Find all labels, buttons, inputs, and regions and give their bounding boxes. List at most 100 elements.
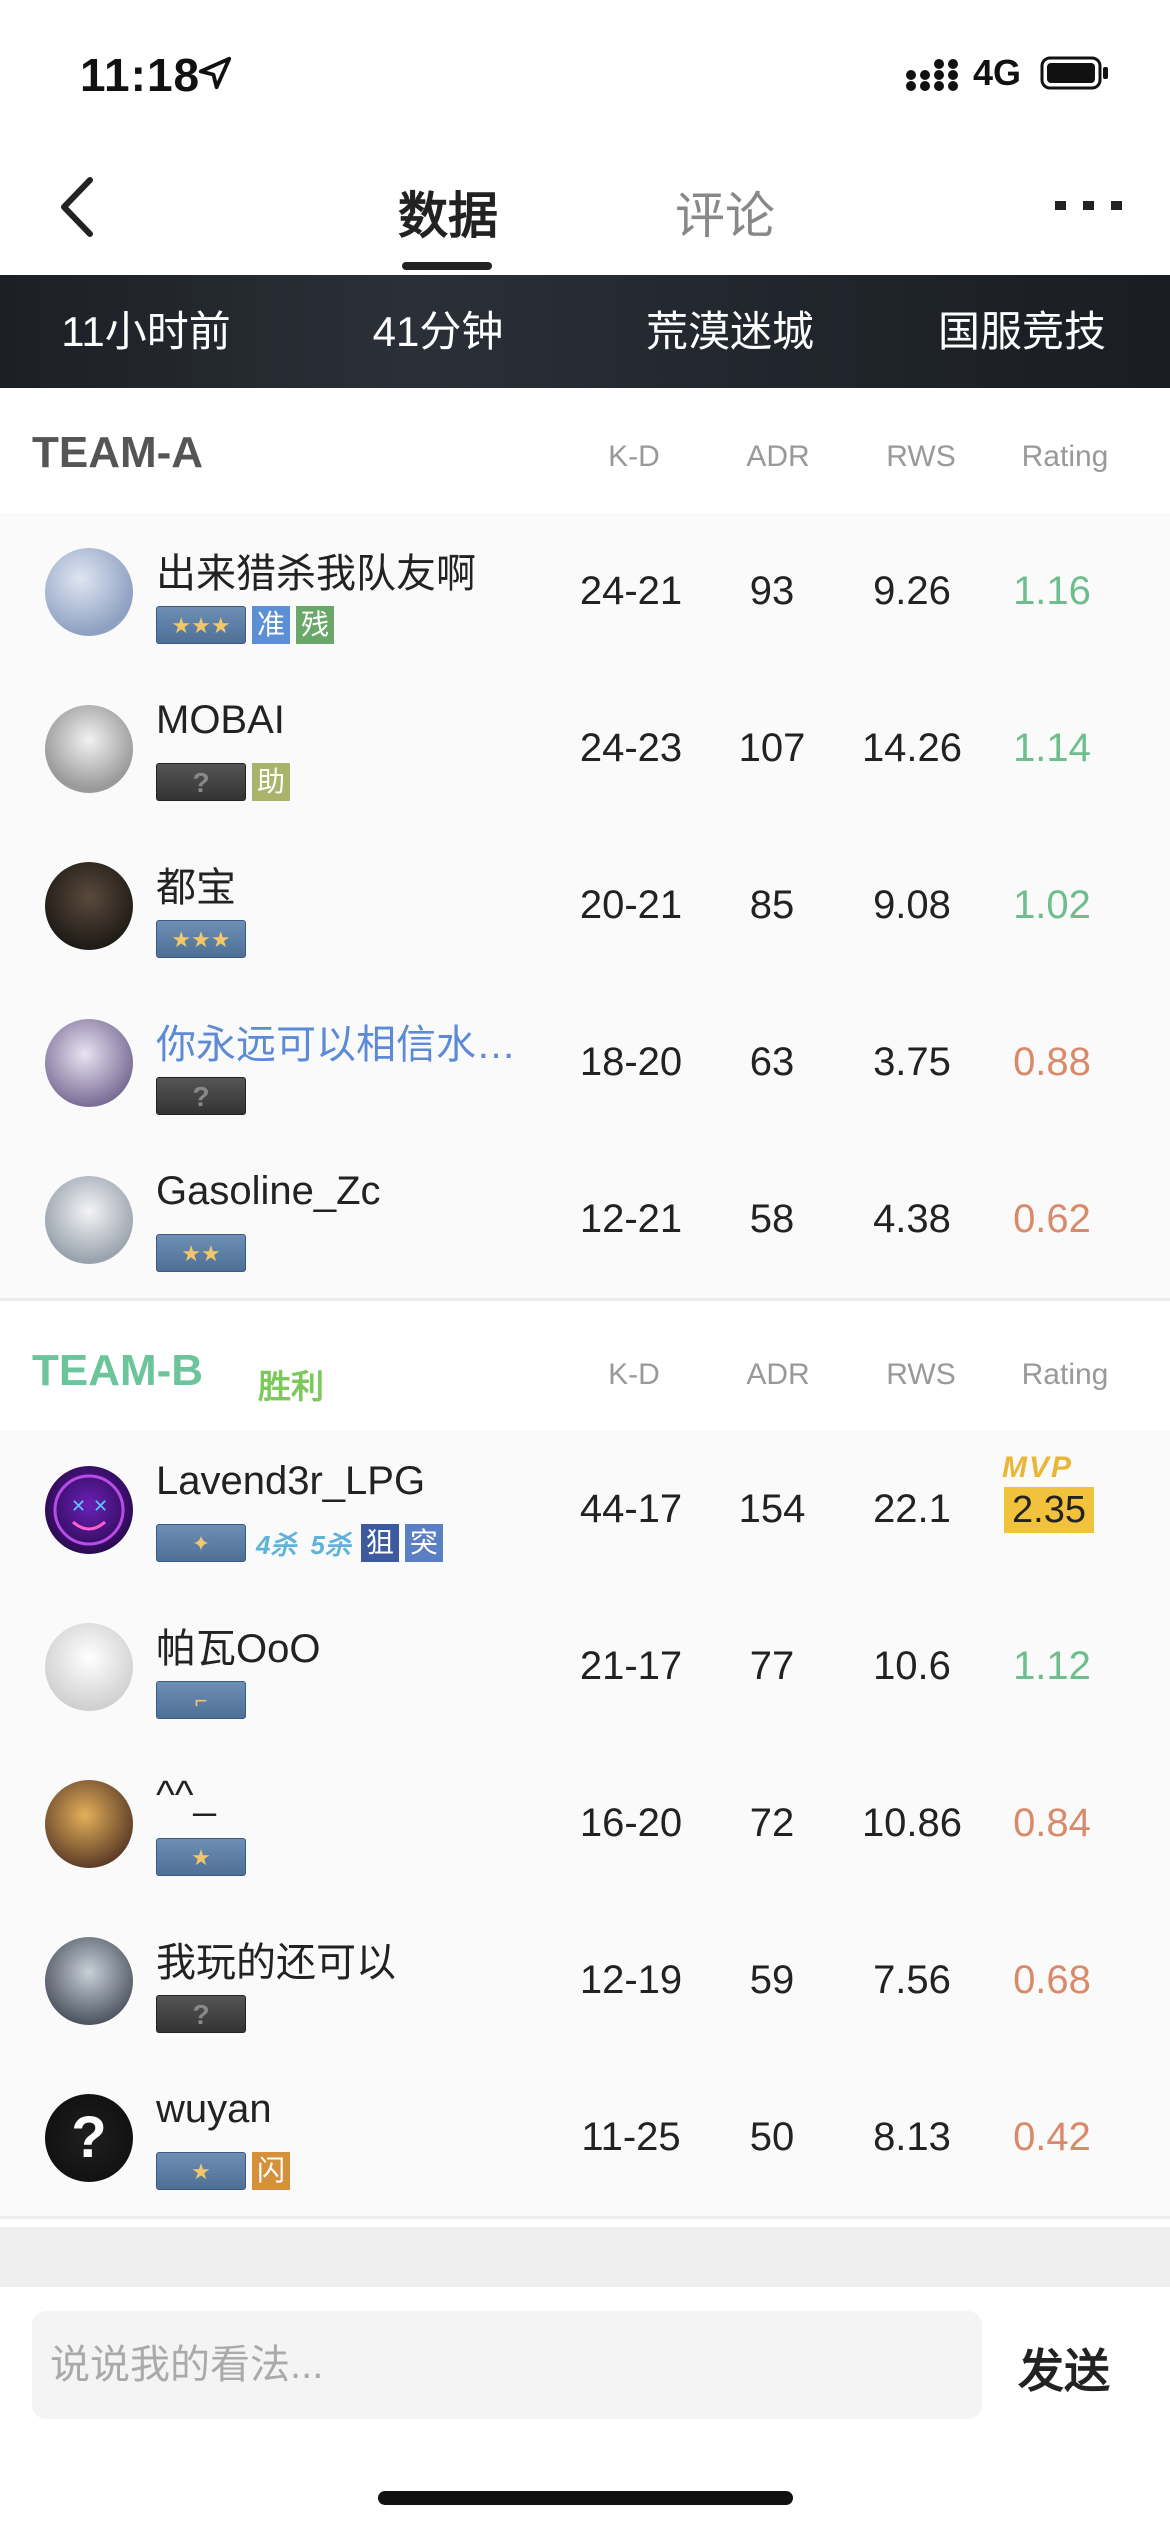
player-badges: ★ 闪 xyxy=(156,2151,290,2191)
player-row[interactable]: Gasoline_Zc ★★ 12-21 58 4.38 0.62 xyxy=(0,1141,1170,1301)
player-name[interactable]: MOBAI xyxy=(156,698,285,743)
player-name[interactable]: 出来猎杀我队友啊 xyxy=(156,541,476,599)
adr-value: 93 xyxy=(749,569,795,613)
adr-value: 85 xyxy=(749,883,795,927)
player-badges: ? xyxy=(156,1076,246,1116)
location-arrow-icon xyxy=(198,56,232,90)
column-adr: ADR xyxy=(746,1358,810,1391)
rws-value: 9.26 xyxy=(873,569,951,613)
kd-value: 21-17 xyxy=(579,1644,683,1688)
column-kd: K-D xyxy=(608,1358,660,1391)
svg-text:✕: ✕ xyxy=(71,1496,86,1517)
rating-value: 0.62 xyxy=(1013,1197,1091,1241)
back-arrow-icon[interactable] xyxy=(50,172,110,242)
player-badges: ? xyxy=(156,1994,246,2034)
column-kd: K-D xyxy=(608,440,660,473)
player-avatar[interactable]: ? xyxy=(45,2094,133,2182)
player-name[interactable]: Lavend3r_LPG xyxy=(156,1459,425,1504)
player-row[interactable]: 我玩的还可以? 12-19 59 7.56 0.68 xyxy=(0,1902,1170,2062)
adr-value: 154 xyxy=(738,1487,806,1531)
rws-value: 10.86 xyxy=(861,1801,963,1845)
player-row[interactable]: ^^_ ★ 16-20 72 10.86 0.84 xyxy=(0,1745,1170,1905)
rws-value: 10.6 xyxy=(873,1644,951,1688)
player-row[interactable]: 出来猎杀我队友啊 ★★★ 准残 24-21 93 9.26 1.16 xyxy=(0,513,1170,673)
column-rws: RWS xyxy=(886,440,956,473)
player-badges: ⌐ xyxy=(156,1680,246,1720)
match-mode: 国服竞技 xyxy=(937,308,1106,355)
tab-comments[interactable]: 评论 xyxy=(675,176,775,248)
player-tag: 闪 xyxy=(252,2152,290,2190)
send-button[interactable]: 发送 xyxy=(1018,2335,1110,2401)
team-b-header: TEAM-B 胜利 K-D ADR RWS Rating xyxy=(0,1306,1170,1431)
column-rws: RWS xyxy=(886,1358,956,1391)
player-tag: 残 xyxy=(296,606,334,644)
player-tag: 准 xyxy=(252,606,290,644)
player-tag: 助 xyxy=(252,763,290,801)
player-avatar[interactable] xyxy=(45,1019,133,1107)
player-badges: ★★★ xyxy=(156,919,246,959)
match-info-band: 11小时前 41分钟 荒漠迷城 国服竞技 xyxy=(0,275,1170,388)
player-row[interactable]: MOBAI? 助 24-23 107 14.26 1.14 xyxy=(0,670,1170,830)
battery-icon xyxy=(1040,56,1108,90)
player-avatar[interactable] xyxy=(45,1937,133,2025)
rating-value: 1.14 xyxy=(1013,726,1091,770)
rws-value: 22.1 xyxy=(873,1487,951,1531)
player-row[interactable]: ✕ ✕ Lavend3r_LPG ✦ 4杀 5杀狙突 44-17 154 22.1 MVP 2.35 xyxy=(0,1431,1170,1591)
active-tab-indicator xyxy=(402,262,492,270)
kd-value: 12-19 xyxy=(579,1958,683,2002)
tab-data[interactable]: 数据 xyxy=(398,176,498,248)
player-row[interactable]: 你永远可以相信水…? 18-20 63 3.75 0.88 xyxy=(0,984,1170,1144)
rank-badge: ★ xyxy=(156,1838,246,1876)
player-avatar[interactable]: ✕ ✕ xyxy=(45,1466,133,1554)
kd-value: 11-25 xyxy=(581,2115,681,2159)
comment-input[interactable]: 说说我的看法... xyxy=(32,2311,982,2419)
player-name[interactable]: 我玩的还可以 xyxy=(156,1930,396,1988)
adr-value: 50 xyxy=(749,2115,795,2159)
player-name[interactable]: Gasoline_Zc xyxy=(156,1169,381,1214)
rank-badge: ★★★ xyxy=(156,606,246,644)
player-avatar[interactable] xyxy=(45,705,133,793)
player-name[interactable]: 帕瓦OoO xyxy=(156,1616,320,1674)
adr-value: 77 xyxy=(749,1644,795,1688)
player-name[interactable]: wuyan xyxy=(156,2087,272,2132)
kd-value: 18-20 xyxy=(579,1040,683,1084)
rws-value: 4.38 xyxy=(873,1197,951,1241)
player-badges: ★★★ 准残 xyxy=(156,605,334,645)
rank-badge: ✦ xyxy=(156,1524,246,1562)
rank-badge: ★★ xyxy=(156,1234,246,1272)
player-tag: 突 xyxy=(404,1524,443,1562)
player-row[interactable]: ? wuyan ★ 闪 11-25 50 8.13 0.42 xyxy=(0,2059,1170,2219)
player-row[interactable]: 都宝 ★★★ 20-21 85 9.08 1.02 xyxy=(0,827,1170,987)
rating-value: 0.84 xyxy=(1013,1801,1091,1845)
more-options-icon[interactable] xyxy=(1050,190,1130,220)
home-indicator[interactable] xyxy=(378,2491,793,2505)
player-name[interactable]: 你永远可以相信水… xyxy=(156,1012,516,1070)
player-avatar[interactable] xyxy=(45,1623,133,1711)
adr-value: 72 xyxy=(749,1801,795,1845)
adr-value: 59 xyxy=(749,1958,795,2002)
player-avatar[interactable] xyxy=(45,548,133,636)
player-avatar[interactable] xyxy=(45,1176,133,1264)
rws-value: 7.56 xyxy=(873,1958,951,2002)
status-time: 11:18 xyxy=(80,49,201,101)
player-avatar[interactable] xyxy=(45,862,133,950)
player-row[interactable]: 帕瓦OoO ⌐ 21-17 77 10.6 1.12 xyxy=(0,1588,1170,1748)
player-badges: ★★ xyxy=(156,1233,246,1273)
rating-value: 2.35 xyxy=(1004,1487,1094,1533)
adr-value: 107 xyxy=(738,726,806,770)
rating-value: 0.68 xyxy=(1013,1958,1091,2002)
match-time-ago: 11小时前 xyxy=(61,308,231,355)
status-bar: 11:18 4G xyxy=(0,0,1170,150)
network-type: 4G xyxy=(973,52,1022,93)
team-a-header: TEAM-A K-D ADR RWS Rating xyxy=(0,388,1170,513)
svg-text:✕: ✕ xyxy=(93,1496,108,1517)
rank-badge: ★ xyxy=(156,2152,246,2190)
player-name[interactable]: 都宝 xyxy=(156,855,236,913)
player-badges: ★ xyxy=(156,1837,246,1877)
player-name[interactable]: ^^_ xyxy=(156,1773,216,1818)
mvp-rating: MVP 2.35 xyxy=(990,1451,1100,1551)
player-avatar[interactable] xyxy=(45,1780,133,1868)
rating-value: 1.12 xyxy=(1013,1644,1091,1688)
kd-value: 24-23 xyxy=(579,726,683,770)
comment-bar: 说说我的看法... 发送 xyxy=(0,2287,1170,2532)
